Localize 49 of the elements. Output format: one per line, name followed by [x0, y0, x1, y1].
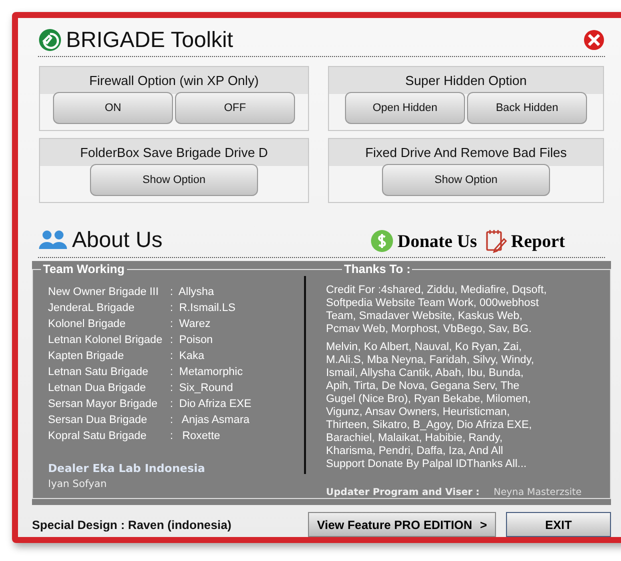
role-label: Kapten Brigade — [48, 349, 125, 364]
close-icon[interactable] — [583, 28, 605, 51]
design-credit: Special Design : Raven (indonesia) — [32, 518, 232, 532]
thanks-paragraph: Credit For :4shared, Ziddu, Mediafire, Dqsoft, Softpedia Website Team Work, 000webhost Team, Smadaver Website, Kaskus Web, Pcmav Web, Morphost, VbBego, Sav, BG. — [326, 284, 548, 336]
thanks-legend: Thanks To : — [342, 262, 412, 276]
panel-title: FolderBox Save Brigade Drive D — [40, 138, 308, 166]
member-name: : Anjas Asmara — [170, 413, 250, 428]
role-label: Sersan Dua Brigade — [48, 413, 148, 428]
dealer-title: Dealer Eka Lab Indonesia — [48, 462, 206, 475]
member-name: : Six_Round — [170, 381, 234, 396]
option-button[interactable]: Back Hidden — [467, 92, 587, 124]
role-label: Letnan Dua Brigade — [48, 381, 147, 396]
role-label: Letnan Kolonel Brigade — [48, 333, 164, 348]
notepad-icon[interactable] — [485, 229, 508, 253]
exit-button[interactable]: EXIT — [506, 512, 611, 537]
role-label: Kolonel Brigade — [48, 317, 127, 332]
logo-icon — [38, 28, 62, 52]
option-button[interactable]: OFF — [175, 92, 295, 124]
option-button[interactable]: ON — [53, 92, 173, 124]
member-name: : Warez — [170, 317, 212, 332]
role-label: JenderaL Brigade — [48, 301, 136, 316]
updater-label: Updater Program and Viser : — [326, 487, 480, 498]
users-icon — [38, 229, 68, 251]
role-label: Letnan Satu Brigade — [48, 365, 150, 380]
member-name: : Allysha — [170, 285, 216, 300]
member-name: : Metamorphic — [170, 365, 244, 380]
option-button[interactable]: Show Option — [90, 164, 258, 196]
team-legend: Team Working — [41, 262, 127, 276]
report-link[interactable]: Report — [511, 230, 565, 252]
member-name: : Kaka — [170, 349, 206, 364]
member-name: : R.Ismail.LS — [170, 301, 236, 316]
panel-title: Super Hidden Option — [329, 66, 603, 94]
window-title: BRIGADE Toolkit — [66, 26, 234, 53]
donate-link[interactable]: Donate Us — [398, 230, 478, 252]
about-heading: About Us — [72, 227, 162, 253]
option-button[interactable]: Open Hidden — [345, 92, 465, 124]
updater-name: Neyna Masterzsite — [494, 487, 582, 498]
option-button[interactable]: Show Option — [382, 164, 550, 196]
role-label: Sersan Mayor Brigade — [48, 397, 158, 412]
dealer-name: Iyan Sofyan — [48, 479, 108, 490]
pro-edition-button[interactable]: View Feature PRO EDITION > — [308, 512, 496, 537]
member-name: : Poison — [170, 333, 214, 348]
panel-title: Firewall Option (win XP Only) — [40, 66, 308, 94]
panel-title: Fixed Drive And Remove Bad Files — [329, 138, 603, 166]
thanks-paragraph: Melvin, Ko Albert, Nauval, Ko Ryan, Zai, M.Ali.S, Mba Neyna, Faridah, Silvy, Windy, Ismail, Allysha Cantik, Abah, Ibu, Bunda, Apih, Tirta, De Nova, Gegana Serv, The Gugel (Nice Bro), Ryan Bekabe, Milomen, Vigunz, Ansav Owners, Heuristicman, Thirteen, Sikatro, B_Agoy, Dio Afriza EXE, Barachiel, Malaikat, Habibie, Randy, Kharisma, Pendri, Daffa, Iza, And All Support Donate By Palpal IDThanks All... — [326, 341, 536, 471]
member-name: : Roxette — [170, 429, 222, 444]
member-name: : Dio Afriza EXE — [170, 397, 252, 412]
role-label: New Owner Brigade III — [48, 285, 160, 300]
role-label: Kopral Satu Brigade — [48, 429, 148, 444]
